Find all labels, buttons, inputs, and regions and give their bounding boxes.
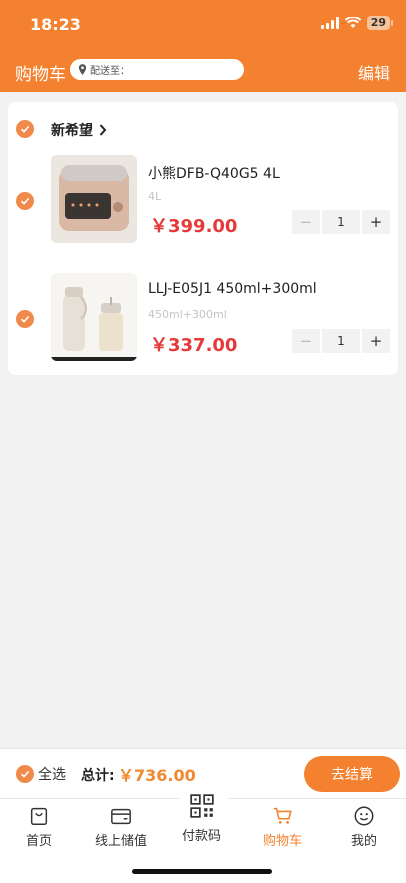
select-all-toggle[interactable]: 全选 bbox=[16, 764, 66, 784]
product-image-bottles[interactable] bbox=[51, 273, 137, 361]
select-all-checkbox[interactable] bbox=[16, 765, 34, 783]
location-pin-icon bbox=[78, 64, 87, 75]
status-time: 18:23 bbox=[30, 15, 81, 34]
cart-icon bbox=[273, 807, 292, 824]
quantity-stepper: − 1 + bbox=[292, 329, 390, 353]
address-selector[interactable]: 配送至： bbox=[70, 59, 244, 80]
increment-button[interactable]: + bbox=[362, 329, 390, 353]
product-name[interactable]: 小熊DFB-Q40G5 4L bbox=[148, 163, 280, 183]
tab-home[interactable]: 首页 bbox=[26, 805, 52, 849]
check-icon bbox=[20, 197, 30, 205]
product-name[interactable]: LLJ-E05J1 450ml+300ml bbox=[148, 281, 317, 297]
quantity-value[interactable]: 1 bbox=[322, 210, 360, 234]
tab-label: 我的 bbox=[351, 834, 378, 849]
checkout-button[interactable]: 去结算 bbox=[304, 756, 400, 792]
header: 18:23 29 购物车 配送至： 编辑 bbox=[0, 0, 406, 92]
tab-label: 购物车 bbox=[263, 834, 303, 849]
tab-label: 线上储值 bbox=[95, 834, 148, 849]
status-icons: 29 bbox=[320, 16, 394, 30]
tab-bar: 首页 线上储值 付款码 购物车 我的 bbox=[0, 785, 406, 883]
store-checkbox[interactable] bbox=[16, 120, 34, 138]
wallet-icon bbox=[111, 808, 131, 825]
product-image-rice-cooker[interactable] bbox=[51, 155, 137, 243]
total-value: ￥736.00 bbox=[118, 766, 196, 785]
edit-button[interactable]: 编辑 bbox=[358, 60, 390, 84]
quantity-value[interactable]: 1 bbox=[322, 329, 360, 353]
signal-icon bbox=[320, 17, 339, 29]
tab-mine[interactable]: 我的 bbox=[351, 805, 377, 849]
bag-icon bbox=[30, 807, 48, 825]
chevron-right-icon bbox=[99, 124, 107, 136]
cart-store-card: 新希望 小熊DFB-Q40G5 4L 4L ￥399.00 − 1 + LLJ-… bbox=[8, 102, 398, 375]
tab-label: 首页 bbox=[26, 834, 53, 849]
item-checkbox[interactable] bbox=[16, 310, 34, 328]
decrement-button[interactable]: − bbox=[292, 329, 320, 353]
address-placeholder: 配送至： bbox=[90, 66, 130, 77]
page-title: 购物车 bbox=[15, 65, 66, 85]
select-all-label: 全选 bbox=[38, 767, 66, 783]
qr-code-icon bbox=[189, 794, 214, 818]
tab-pay-code[interactable]: 付款码 bbox=[182, 793, 221, 844]
total-label: 总计: bbox=[81, 768, 115, 784]
decrement-button[interactable]: − bbox=[292, 210, 320, 234]
check-icon bbox=[20, 770, 30, 778]
product-price: ￥399.00 bbox=[150, 216, 238, 237]
smiley-icon bbox=[354, 806, 374, 826]
check-icon bbox=[20, 125, 30, 133]
tab-label: 付款码 bbox=[182, 829, 222, 844]
home-indicator bbox=[132, 869, 272, 874]
product-spec: 450ml+300ml bbox=[148, 308, 227, 321]
store-link[interactable]: 新希望 bbox=[51, 120, 107, 140]
quantity-stepper: − 1 + bbox=[292, 210, 390, 234]
store-name: 新希望 bbox=[51, 123, 93, 139]
battery-icon: 29 bbox=[366, 16, 394, 30]
tab-cart[interactable]: 购物车 bbox=[263, 805, 302, 849]
check-icon bbox=[20, 315, 30, 323]
product-price: ￥337.00 bbox=[150, 335, 238, 356]
product-spec: 4L bbox=[148, 190, 162, 203]
tab-online-recharge[interactable]: 线上储值 bbox=[95, 805, 147, 849]
wifi-icon bbox=[344, 17, 361, 28]
increment-button[interactable]: + bbox=[362, 210, 390, 234]
item-checkbox[interactable] bbox=[16, 192, 34, 210]
